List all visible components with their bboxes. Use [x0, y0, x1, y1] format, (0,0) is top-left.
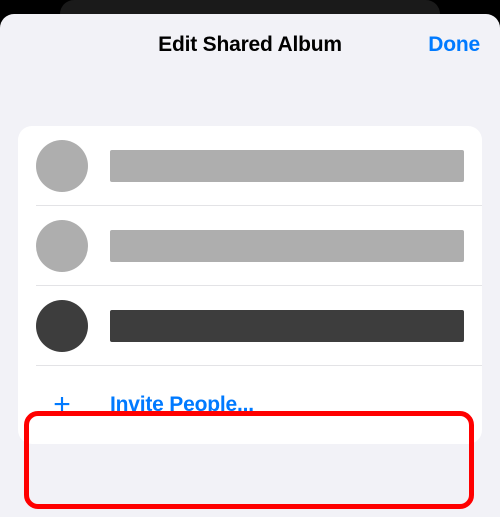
subscriber-row[interactable]	[18, 206, 482, 286]
avatar	[36, 300, 88, 352]
avatar	[36, 220, 88, 272]
subscriber-row[interactable]	[18, 286, 482, 366]
nav-bar: Edit Shared Album Done	[0, 14, 500, 76]
subscriber-name-placeholder	[110, 150, 464, 182]
subscriber-row[interactable]	[18, 126, 482, 206]
invite-people-button[interactable]: + Invite People...	[18, 366, 482, 444]
subscriber-name-placeholder	[110, 230, 464, 262]
done-button[interactable]: Done	[428, 33, 480, 57]
invite-people-label: Invite People...	[110, 393, 254, 417]
page-title: Edit Shared Album	[158, 33, 342, 57]
subscriber-name-placeholder	[110, 310, 464, 342]
modal-sheet: Edit Shared Album Done + Invite People..…	[0, 14, 500, 517]
plus-icon: +	[36, 390, 88, 420]
subscribers-list: + Invite People...	[18, 126, 482, 444]
avatar	[36, 140, 88, 192]
